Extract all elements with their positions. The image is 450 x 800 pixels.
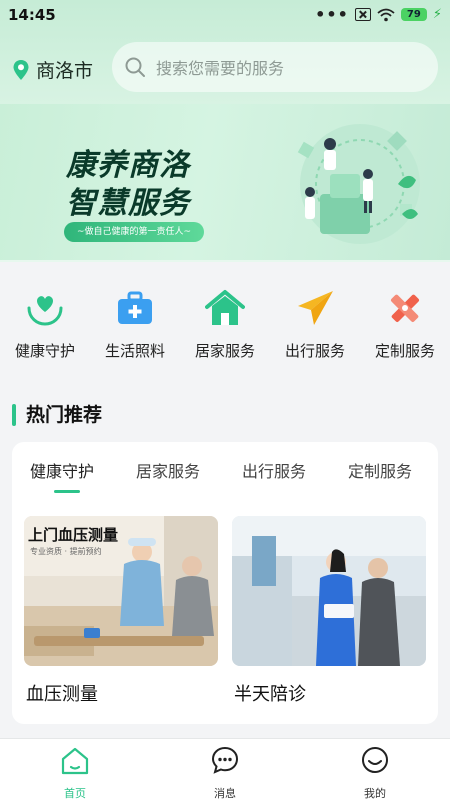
hospital-escort-photo — [232, 516, 426, 666]
category-custom-service[interactable]: 定制服务 — [360, 262, 450, 372]
nav-item-mine[interactable]: 我的 — [335, 745, 415, 800]
category-label: 健康守护 — [14, 342, 75, 360]
bottom-nav: 首页 消息 我的 — [0, 738, 450, 800]
tools-icon — [390, 294, 420, 323]
tile-label-blood-pressure: 血压测量 — [26, 684, 98, 705]
nav-label-mine: 我的 — [364, 787, 386, 800]
recommend-card: 健康守护 居家服务 出行服务 定制服务 上门血压测量 专业资质 · 提前预约 血… — [12, 442, 438, 724]
tile-blood-pressure[interactable]: 上门血压测量 专业资质 · 提前预约 — [24, 516, 218, 666]
tab-health-guard[interactable]: 健康守护 — [30, 458, 94, 482]
nav-item-messages[interactable]: 消息 — [185, 745, 265, 800]
banner-illustration — [297, 124, 420, 244]
status-icons: ••• 79 ⚡ — [315, 4, 442, 24]
status-bar: 14:45 ••• 79 ⚡ — [0, 0, 450, 34]
search-bar[interactable]: 搜索您需要的服务 — [112, 42, 438, 92]
location-selector[interactable]: 商洛市 — [12, 56, 93, 83]
paper-plane-icon — [298, 291, 333, 325]
tab-home-service[interactable]: 居家服务 — [136, 458, 200, 482]
nav-label-messages: 消息 — [214, 787, 236, 800]
wifi-icon — [377, 8, 395, 21]
tile-overlay-subtitle: 专业资质 · 提前预约 — [30, 547, 102, 556]
recommend-tabs: 健康守护 居家服务 出行服务 定制服务 — [12, 454, 438, 498]
chat-bubble-icon — [211, 746, 239, 774]
location-pin-icon — [13, 59, 29, 80]
more-dots-icon: ••• — [315, 4, 349, 24]
section-accent-bar — [12, 404, 16, 426]
category-label: 定制服务 — [374, 342, 435, 360]
search-placeholder: 搜索您需要的服务 — [156, 59, 285, 78]
nav-label-home: 首页 — [64, 787, 86, 800]
tab-active-indicator — [54, 490, 80, 493]
battery-icon: 79 — [400, 8, 427, 21]
search-icon — [125, 57, 145, 77]
home-icon — [205, 290, 245, 325]
status-time: 14:45 — [8, 6, 56, 24]
category-label: 生活照料 — [104, 342, 165, 360]
medical-kit-icon — [118, 291, 152, 324]
tile-overlay-title: 上门血压测量 — [28, 526, 119, 544]
category-life-care[interactable]: 生活照料 — [90, 262, 180, 372]
sim-off-icon — [354, 8, 371, 21]
smiley-icon — [362, 747, 388, 773]
charging-icon: ⚡ — [432, 7, 442, 22]
category-label: 出行服务 — [284, 342, 345, 360]
banner-title-line2: 智慧服务 — [66, 186, 190, 221]
category-travel-service[interactable]: 出行服务 — [270, 262, 360, 372]
tile-label-half-day-escort: 半天陪诊 — [234, 684, 306, 705]
promo-banner[interactable]: 康养商洛 智慧服务 ~做自己健康的第一责任人~ — [0, 104, 450, 260]
category-health-guard[interactable]: 健康守护 — [0, 262, 90, 372]
tab-custom-service[interactable]: 定制服务 — [348, 458, 412, 482]
category-row: 健康守护 生活照料 居家服务 出行服务 定制服务 — [0, 262, 450, 372]
category-label: 居家服务 — [194, 342, 255, 360]
banner-subtitle: ~做自己健康的第一责任人~ — [64, 222, 204, 242]
tile-half-day-escort[interactable] — [232, 516, 426, 666]
home-outline-icon — [61, 747, 89, 775]
section-title: 热门推荐 — [26, 404, 103, 426]
heart-hands-icon — [27, 296, 63, 326]
nav-item-home[interactable]: 首页 — [35, 745, 115, 800]
tab-travel-service[interactable]: 出行服务 — [242, 458, 306, 482]
location-label: 商洛市 — [36, 60, 94, 82]
category-home-service[interactable]: 居家服务 — [180, 262, 270, 372]
